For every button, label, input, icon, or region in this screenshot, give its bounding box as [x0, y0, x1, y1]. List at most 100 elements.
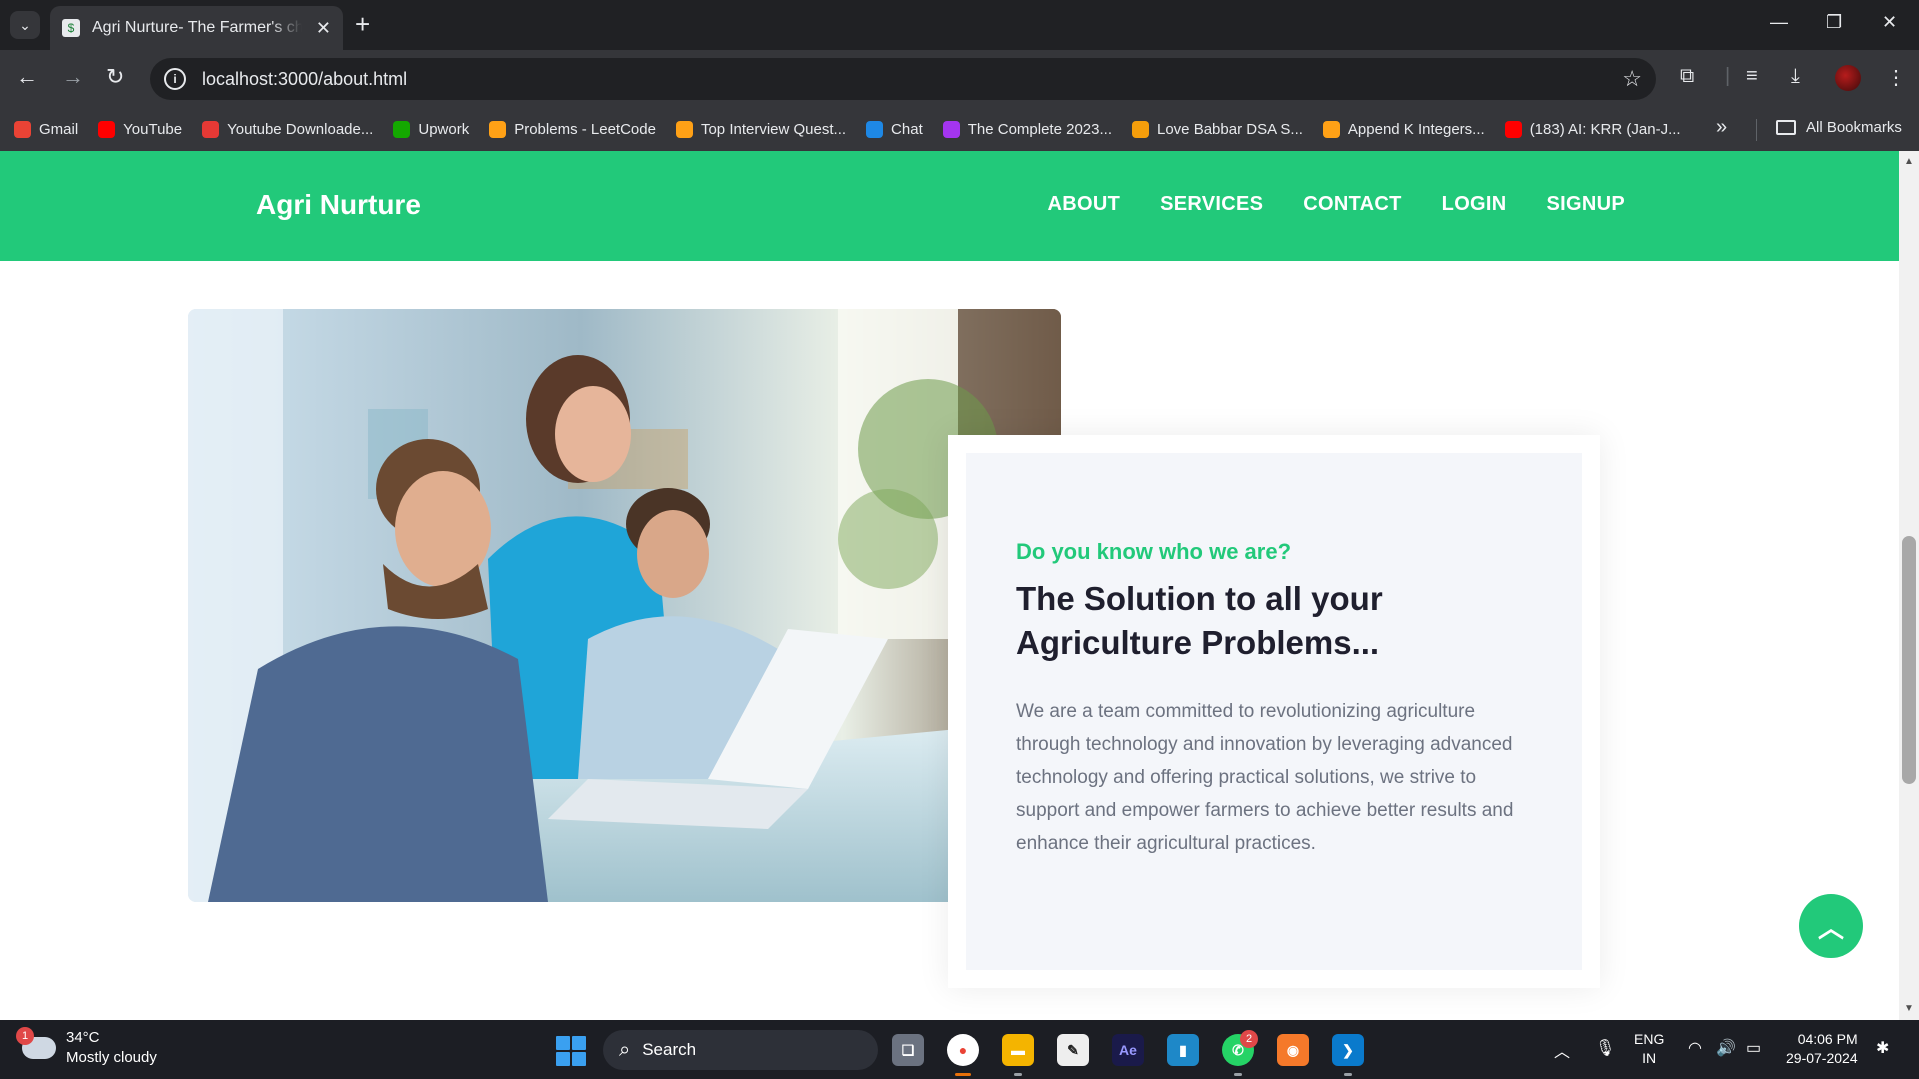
tab-title: Agri Nurture- The Farmer's choice: [92, 19, 302, 36]
about-heading: The Solution to all your Agriculture Pro…: [1016, 580, 1383, 661]
whatsapp-indicator: [1234, 1073, 1242, 1076]
bookmark-item[interactable]: (183) AI: KRR (Jan-J...: [1504, 121, 1681, 138]
bookmark-label: Top Interview Quest...: [700, 121, 847, 138]
cloud-icon: 1: [16, 1027, 56, 1059]
bookmark-item[interactable]: Upwork: [393, 121, 469, 138]
nav-signup[interactable]: SIGNUP: [1547, 193, 1625, 216]
language-indicator[interactable]: ENG IN: [1634, 1030, 1664, 1068]
scroll-up-arrow-icon[interactable]: ▲: [1904, 156, 1914, 167]
bookmark-label: Upwork: [418, 121, 470, 138]
system-clock[interactable]: 04:06 PM 29-07-2024: [1786, 1030, 1858, 1068]
bookmark-label: Chat: [891, 121, 923, 138]
wifi-icon[interactable]: ◠: [1688, 1038, 1702, 1058]
bookmark-label: Love Babbar DSA S...: [1157, 121, 1303, 138]
bookmark-item[interactable]: Youtube Downloade...: [202, 121, 373, 138]
gmail-icon: [14, 121, 31, 138]
nav-services[interactable]: SERVICES: [1160, 193, 1263, 216]
page-viewport: Agri Nurture ABOUT SERVICES CONTACT LOGI…: [0, 151, 1899, 1020]
team-photo: [188, 309, 1061, 902]
vscode-indicator: [1344, 1073, 1352, 1076]
weather-temp: 34°C: [66, 1029, 100, 1046]
bookmark-label: Youtube Downloade...: [227, 121, 374, 138]
close-window-icon[interactable]: ✕: [1882, 12, 1897, 33]
bookmark-item[interactable]: Chat: [866, 121, 923, 138]
task-view-icon[interactable]: ❏: [892, 1034, 924, 1066]
bookmark-label: Problems - LeetCode: [514, 121, 656, 138]
tray-overflow-chevron-icon[interactable]: ︿: [1554, 1038, 1570, 1062]
bookmark-icon: [1132, 121, 1149, 138]
windows-start-icon[interactable]: [556, 1036, 586, 1066]
more-bookmarks-chevron-icon[interactable]: »: [1716, 116, 1727, 139]
profile-avatar[interactable]: [1835, 65, 1861, 91]
about-paragraph: We are a team committed to revolutionizi…: [1016, 701, 1514, 854]
bookmark-label: Append K Integers...: [1347, 121, 1485, 138]
minimize-icon[interactable]: —: [1770, 12, 1788, 33]
bookmark-item[interactable]: YouTube: [98, 121, 182, 138]
bookmark-item[interactable]: Top Interview Quest...: [675, 121, 847, 138]
volume-icon[interactable]: 🔊: [1716, 1038, 1736, 1058]
bookmark-label: (183) AI: KRR (Jan-J...: [1529, 121, 1681, 138]
download-icon: [202, 121, 220, 138]
clock-time: 04:06 PM: [1797, 1031, 1858, 1047]
lang-region: IN: [1642, 1050, 1657, 1066]
toolbar-divider: |: [1725, 65, 1731, 87]
forward-arrow-icon[interactable]: →: [62, 64, 84, 90]
blue-app-icon[interactable]: ▮: [1167, 1034, 1199, 1066]
tab-close-icon[interactable]: ✕: [316, 18, 331, 39]
search-icon: ⌕: [619, 1038, 631, 1061]
explorer-indicator: [1014, 1073, 1022, 1076]
browser-tab-active[interactable]: $ Agri Nurture- The Farmer's choice ✕: [50, 6, 343, 50]
bookmark-item[interactable]: Problems - LeetCode: [489, 121, 656, 138]
site-brand-logo[interactable]: Agri Nurture: [256, 189, 421, 221]
tab-search-chevron-icon[interactable]: ⌄: [10, 11, 40, 39]
about-card: Do you know who we are? The Solution to …: [948, 435, 1600, 988]
bookmark-item[interactable]: Gmail: [14, 121, 78, 138]
back-to-top-button[interactable]: ︿: [1799, 894, 1863, 958]
bookmark-star-icon[interactable]: ☆: [1622, 66, 1642, 92]
chrome-active-indicator: [955, 1073, 971, 1076]
bookmarks-bar: Gmail YouTube Youtube Downloade... Upwork Pr…: [0, 108, 1919, 151]
restore-icon[interactable]: ❐: [1826, 12, 1842, 33]
chevron-up-icon: ︿: [1817, 912, 1844, 943]
bookmark-item[interactable]: Append K Integers...: [1322, 121, 1485, 138]
nav-login[interactable]: LOGIN: [1442, 193, 1507, 216]
battery-icon[interactable]: ▭: [1746, 1038, 1761, 1058]
nav-about[interactable]: ABOUT: [1047, 193, 1120, 216]
microphone-icon[interactable]: 🎙: [1595, 1038, 1615, 1058]
about-card-content: Do you know who we are? The Solution to …: [966, 453, 1582, 970]
bookmarks-divider: [1756, 119, 1757, 141]
menu-kebab-icon[interactable]: ⋮: [1886, 65, 1906, 90]
url-text[interactable]: localhost:3000/about.html: [202, 69, 407, 90]
leetcode-icon: [489, 121, 507, 138]
bookmark-item[interactable]: Love Babbar DSA S...: [1132, 121, 1303, 138]
reload-icon[interactable]: ↻: [106, 64, 124, 90]
taskbar-search[interactable]: ⌕ Search: [603, 1030, 878, 1070]
leetcode-icon: [1322, 121, 1340, 138]
new-tab-plus-icon[interactable]: +: [355, 11, 370, 37]
bookmark-label: YouTube: [123, 121, 183, 138]
scrollbar-thumb[interactable]: [1902, 536, 1916, 784]
site-nav-links: ABOUT SERVICES CONTACT LOGIN SIGNUP: [1047, 193, 1625, 216]
clock-date: 29-07-2024: [1786, 1050, 1858, 1066]
notes-app-icon[interactable]: ✎: [1057, 1034, 1089, 1066]
media-controls-icon[interactable]: ≡: [1746, 65, 1758, 88]
after-effects-icon[interactable]: Ae: [1112, 1034, 1144, 1066]
address-bar[interactable]: i localhost:3000/about.html ☆: [150, 58, 1656, 100]
back-arrow-icon[interactable]: ←: [16, 64, 38, 90]
site-info-icon[interactable]: i: [164, 68, 186, 90]
downloads-icon[interactable]: ⤓: [1791, 65, 1800, 88]
file-explorer-icon[interactable]: ▬: [1002, 1034, 1034, 1066]
windows-taskbar: 1 34°C Mostly cloudy ⌕ Search ❏ ● ▬ ✎ Ae…: [0, 1020, 1919, 1079]
chrome-icon[interactable]: ●: [947, 1034, 979, 1066]
blender-icon[interactable]: ◉: [1277, 1034, 1309, 1066]
nav-contact[interactable]: CONTACT: [1303, 193, 1401, 216]
all-bookmarks-button[interactable]: All Bookmarks: [1776, 119, 1902, 136]
notifications-icon[interactable]: ✱: [1876, 1038, 1889, 1058]
weather-widget[interactable]: 1 34°C Mostly cloudy: [16, 1027, 157, 1068]
site-navbar: Agri Nurture ABOUT SERVICES CONTACT LOGI…: [0, 151, 1899, 261]
extensions-icon[interactable]: ⧉: [1680, 65, 1694, 88]
scroll-down-arrow-icon[interactable]: ▼: [1904, 1003, 1914, 1014]
browser-toolbar: ← → ↻ i localhost:3000/about.html ☆ ⧉ | …: [0, 50, 1919, 108]
bookmark-item[interactable]: The Complete 2023...: [942, 121, 1112, 138]
vscode-icon[interactable]: ❯: [1332, 1034, 1364, 1066]
